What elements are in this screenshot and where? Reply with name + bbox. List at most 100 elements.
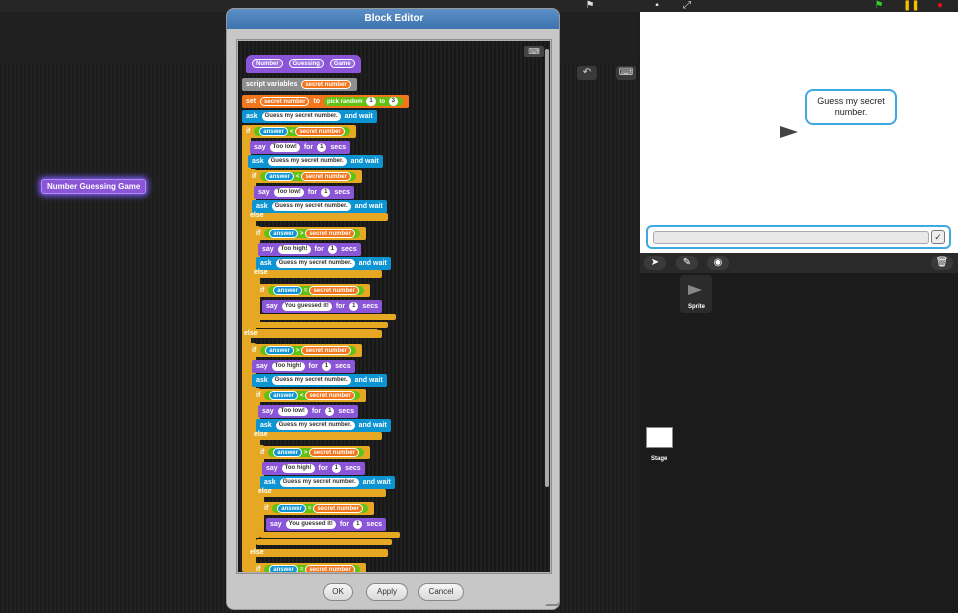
num-slot: 1 [353, 519, 363, 529]
ask-block[interactable]: ask Guess my secret number. and wait [252, 200, 387, 213]
vertical-scrollbar[interactable] [545, 49, 549, 487]
num-slot: 1 [321, 361, 332, 371]
block-text: say [266, 465, 278, 472]
var-secret-number: secret number [305, 564, 355, 572]
num-slot: 1 [366, 96, 376, 106]
cancel-button[interactable]: Cancel [418, 583, 464, 601]
say-block[interactable]: say Too low! for 1 secs [250, 141, 350, 154]
check-icon[interactable]: ✓ [931, 230, 945, 244]
reporter-text: pick random [326, 98, 363, 105]
pause-icon[interactable]: ❚❚ [903, 0, 920, 11]
ask-block[interactable]: ask Guess my secret number. and wait [256, 257, 391, 270]
text-slot: Guess my secret number. [279, 477, 359, 487]
block-text: for [314, 246, 324, 253]
else-label: else [244, 330, 258, 337]
answer-input[interactable] [653, 231, 929, 244]
block-text: secs [335, 363, 351, 370]
answer-reporter: answer [269, 228, 298, 238]
say-block[interactable]: say Too high! for 1 secs [258, 243, 361, 256]
block-text: say [262, 408, 274, 415]
paint-brush-icon[interactable]: ✎ [676, 256, 698, 270]
hat-block[interactable]: Number Guessing Game [246, 55, 361, 73]
say-block[interactable]: say You guessed it! for 1 secs [266, 518, 386, 531]
else-label: else [250, 549, 264, 556]
if-block[interactable]: if answer < secret number [242, 125, 356, 138]
say-block[interactable]: say You guessed it! for 1 secs [262, 300, 382, 313]
lt-predicate: answer < secret number [260, 171, 356, 181]
num-slot: 1 [325, 406, 335, 416]
c-slot-bottom [256, 314, 396, 320]
turtle-icon[interactable]: ➤ [644, 256, 666, 270]
hat-word: Game [329, 58, 355, 68]
c-slot-bottom [252, 322, 388, 328]
if-block[interactable]: if answer > secret number [256, 446, 370, 459]
var-secret-number: secret number [309, 285, 359, 295]
if-block[interactable]: if answer > secret number [248, 344, 362, 357]
footprints-icon[interactable]: ⚑ [583, 0, 597, 11]
else-label: else [258, 488, 272, 495]
sprite-arrow-icon[interactable] [780, 126, 798, 138]
op-symbol: > [303, 449, 308, 456]
text-slot: You guessed it! [285, 519, 336, 529]
stage-thumbnail[interactable] [646, 427, 673, 448]
stage[interactable]: Guess my secret number. ✓ [640, 12, 958, 253]
if-block[interactable]: if answer = secret number [256, 284, 370, 297]
keyboard-icon[interactable]: ⌨ [524, 46, 544, 57]
if-block[interactable]: if answer = secret number [260, 502, 374, 515]
camera-icon[interactable]: ◉ [707, 256, 729, 270]
set-block[interactable]: set secret number to pick random 1 to 3 [242, 95, 410, 108]
ask-block[interactable]: ask Guess my secret number. and wait [242, 110, 377, 123]
text-slot: Guess my secret number. [271, 201, 351, 211]
custom-block-number-guessing-game[interactable]: Number Guessing Game [41, 179, 147, 194]
lt-predicate: answer < secret number [254, 126, 350, 136]
stage-size-icon[interactable]: ▪ [650, 0, 664, 11]
ask-block[interactable]: ask Guess my secret number. and wait [260, 476, 395, 489]
say-block[interactable]: say Too low! for 1 secs [258, 405, 358, 418]
resize-handle-icon[interactable] [545, 594, 559, 606]
green-flag-icon[interactable]: ⚑ [872, 0, 886, 11]
block-text: secs [345, 465, 361, 472]
ask-block[interactable]: ask Guess my secret number. and wait [248, 155, 383, 168]
say-block[interactable]: say Too high! for 1 secs [252, 360, 355, 373]
num-slot: 1 [321, 187, 331, 197]
ok-button[interactable]: OK [323, 583, 353, 601]
dialog-title[interactable]: Block Editor [227, 9, 559, 29]
block-text: say [258, 189, 270, 196]
c-slot-bottom [256, 539, 392, 545]
fullscreen-icon[interactable]: ⤢ [680, 0, 694, 11]
block-text: secs [362, 303, 378, 310]
block-text: and wait [354, 203, 383, 210]
block-text: for [335, 303, 346, 310]
apply-button[interactable]: Apply [366, 583, 408, 601]
block-text: ask [260, 422, 272, 429]
text-slot: Guess my secret number. [275, 258, 355, 268]
pick-random-reporter: pick random 1 to 3 [323, 96, 404, 106]
answer-reporter: answer [277, 503, 306, 513]
op-symbol: > [295, 347, 300, 354]
definition-canvas[interactable]: ⌨ Number Guessing Game script variables … [238, 41, 550, 572]
say-block[interactable]: say Too low! for 1 secs [254, 186, 354, 199]
var-secret-number: secret number [313, 503, 363, 513]
reporter-text: to [379, 98, 385, 105]
if-block[interactable]: if answer < secret number [252, 389, 366, 402]
block-text: secs [366, 521, 382, 528]
var-secret-number: secret number [260, 96, 310, 106]
if-block[interactable]: if answer > secret number [252, 227, 366, 240]
ask-block[interactable]: ask Guess my secret number. and wait [252, 374, 387, 387]
sprite-corral [640, 273, 958, 613]
text-slot: Guess my secret number. [267, 156, 347, 166]
say-block[interactable]: say Too high! for 1 secs [262, 462, 365, 475]
c-slot-arm [252, 432, 382, 440]
op-symbol: < [289, 128, 294, 135]
undo-icon[interactable]: ↶ [577, 66, 597, 80]
ask-block[interactable]: ask Guess my secret number. and wait [256, 419, 391, 432]
block-text: if [246, 128, 251, 135]
keyboard-icon[interactable]: ⌨ [616, 66, 636, 80]
block-text: ask [260, 260, 272, 267]
stop-icon[interactable]: ● [933, 0, 947, 11]
script-variables-block[interactable]: script variables secret number [242, 78, 357, 91]
trash-icon[interactable]: 🗑 [931, 256, 953, 270]
if-block[interactable]: if answer = secret number [252, 563, 366, 572]
block-text: say [266, 303, 278, 310]
if-block[interactable]: if answer < secret number [248, 170, 362, 183]
